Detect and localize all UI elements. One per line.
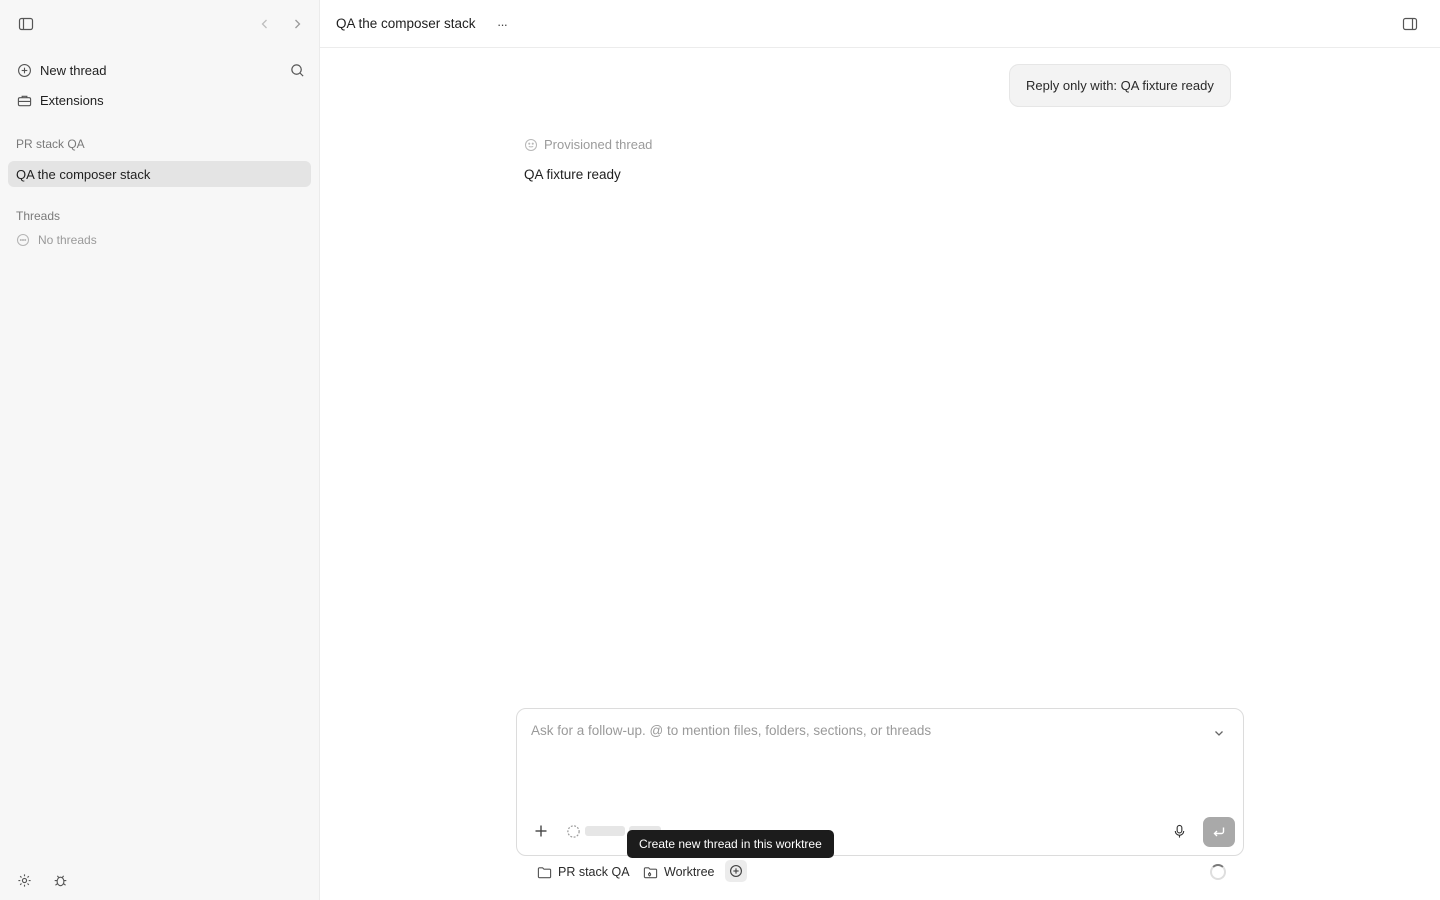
project-selector-label: PR stack QA bbox=[558, 865, 630, 879]
worktree-icon bbox=[642, 864, 658, 880]
bug-icon[interactable] bbox=[48, 868, 72, 892]
new-worktree-thread-icon[interactable] bbox=[725, 860, 747, 882]
status-circle-icon bbox=[524, 138, 538, 152]
model-skeleton bbox=[585, 826, 625, 836]
threads-empty-label: No threads bbox=[38, 233, 97, 247]
forward-arrow-icon[interactable] bbox=[285, 12, 309, 36]
user-message: Reply only with: QA fixture ready bbox=[1009, 64, 1231, 107]
plus-circle-icon bbox=[16, 62, 32, 78]
back-arrow-icon[interactable] bbox=[253, 12, 277, 36]
more-options-icon[interactable]: ··· bbox=[490, 12, 514, 36]
threads-empty-state: No threads bbox=[16, 233, 97, 247]
return-arrow-icon bbox=[1212, 825, 1226, 839]
loading-spinner-icon bbox=[1210, 864, 1226, 880]
extensions-label: Extensions bbox=[40, 92, 104, 108]
page-title: QA the composer stack bbox=[336, 16, 476, 31]
chat-bubble-icon bbox=[16, 233, 30, 247]
assistant-message: QA fixture ready bbox=[524, 167, 621, 182]
microphone-icon[interactable] bbox=[1167, 819, 1191, 843]
gear-icon[interactable] bbox=[12, 868, 36, 892]
search-icon[interactable] bbox=[285, 58, 309, 82]
worktree-selector-label: Worktree bbox=[664, 865, 715, 879]
project-section-heading[interactable]: PR stack QA bbox=[16, 137, 85, 151]
toggle-right-panel-icon[interactable] bbox=[1398, 12, 1422, 36]
active-thread-label: QA the composer stack bbox=[16, 166, 151, 182]
new-thread-button[interactable]: New thread bbox=[8, 57, 311, 83]
folder-icon bbox=[536, 864, 552, 880]
threads-section-heading: Threads bbox=[16, 209, 61, 223]
thread-status-label: Provisioned thread bbox=[544, 137, 653, 152]
model-loading-icon[interactable] bbox=[561, 819, 585, 843]
toggle-sidebar-icon[interactable] bbox=[14, 12, 38, 36]
attach-plus-icon[interactable] bbox=[529, 819, 553, 843]
send-button[interactable] bbox=[1203, 817, 1235, 847]
chevron-down-icon[interactable] bbox=[1207, 721, 1231, 745]
sidebar-item-active-thread[interactable]: QA the composer stack bbox=[8, 161, 311, 187]
sidebar-footer bbox=[0, 852, 320, 900]
new-thread-label: New thread bbox=[40, 62, 107, 78]
new-thread-tooltip: Create new thread in this worktree bbox=[627, 830, 834, 858]
sidebar-toolbar bbox=[0, 0, 320, 48]
worktree-selector[interactable]: Worktree bbox=[642, 863, 714, 881]
composer bbox=[516, 708, 1244, 856]
project-selector[interactable]: PR stack QA bbox=[536, 863, 630, 881]
toolbox-icon bbox=[16, 92, 32, 108]
thread-header: QA the composer stack ··· bbox=[320, 0, 1440, 48]
message-input[interactable] bbox=[531, 723, 1191, 783]
extensions-button[interactable]: Extensions bbox=[8, 87, 311, 113]
app-window: New thread Extensions PR stack QA QA the… bbox=[0, 0, 1440, 900]
main-panel: QA the composer stack ··· Reply only wit… bbox=[320, 0, 1440, 900]
sidebar: New thread Extensions PR stack QA QA the… bbox=[0, 0, 320, 900]
thread-status: Provisioned thread bbox=[524, 137, 652, 152]
